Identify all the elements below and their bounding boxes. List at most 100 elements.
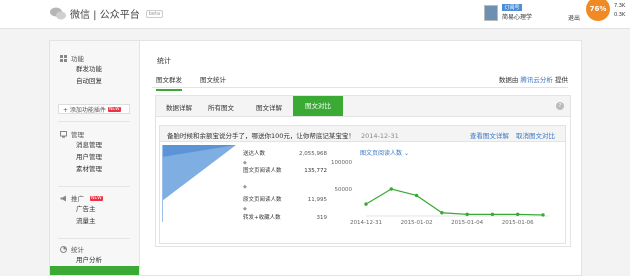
sidebar-divider: [58, 238, 130, 239]
download-speed: 0.3K: [614, 12, 626, 18]
user-menu[interactable]: 订阅号 简易心理学: [484, 4, 532, 21]
grid-icon: [60, 54, 67, 62]
data-point: [414, 193, 419, 198]
data-source-suffix: 提供: [555, 76, 568, 84]
add-plugin-label: + 添加功能插件: [63, 106, 106, 114]
funnel-label: 图文页阅读人数: [243, 168, 282, 174]
x-tick-label: 2015-01-02: [401, 220, 433, 226]
sidebar-divider: [58, 186, 130, 187]
wechat-logo-icon: [50, 7, 66, 20]
wechat-logo[interactable]: 微信 | 公众平台 beta: [50, 6, 164, 21]
data-point: [465, 212, 469, 217]
funnel-value: 135,772: [304, 168, 327, 174]
upload-speed: 7.3K: [614, 3, 626, 9]
speed-side-readout: 7.3K 0.3K: [614, 2, 625, 20]
funnel-row-shares: 转发+收藏人数 319: [243, 215, 327, 222]
data-source-note: 数据由 腾讯云分析 提供: [499, 74, 568, 84]
funnel-value: 319: [316, 215, 328, 221]
sidebar-section-stats: 统计 用户分析: [60, 244, 102, 266]
top-tabs: 图文群发 图文统计 数据由 腾讯云分析 提供: [152, 69, 568, 91]
tab-all-articles[interactable]: 所有图文: [208, 102, 234, 112]
sidebar-item-broadcast[interactable]: 群发功能: [60, 63, 102, 75]
funnel-label: 送达人数: [243, 151, 266, 157]
logout-link[interactable]: 退出: [568, 13, 580, 22]
data-source-link[interactable]: 腾讯云分析: [520, 76, 553, 84]
y-tick-label: 100000: [331, 160, 352, 166]
sidebar-divider: [58, 121, 130, 122]
article-header: 备胎时候和余额宝说分手了，哪送你100元，让你帮底记某宝宝！ 2014-12-3…: [160, 126, 565, 142]
article-title: 备胎时候和余额宝说分手了，哪送你100元，让你帮底记某宝宝！ 2014-12-3…: [167, 130, 399, 140]
tab-article-compare[interactable]: 图文对比: [293, 96, 343, 116]
page-title: 统计: [157, 57, 171, 65]
account-name[interactable]: 简易心理学: [502, 12, 532, 21]
new-badge: NEW: [107, 106, 121, 112]
sidebar-section-title: 管理: [60, 129, 102, 139]
sidebar-section-label: 功能: [71, 55, 84, 63]
funnel-edge: [162, 145, 163, 222]
top-bar: 微信 | 公众平台 beta 订阅号 简易心理学 退出 76% 7.3K 0.3…: [0, 0, 630, 29]
data-point: [364, 202, 368, 206]
stats-panel: 数据详解 所有图文 图文详解 图文对比 ? 备胎时候和余额宝说分手了，哪送你10…: [155, 95, 571, 247]
sub-tabs: 数据详解 所有图文 图文详解 图文对比 ?: [156, 96, 570, 117]
data-point: [541, 213, 545, 217]
page-container: 功能 群发功能 自动回复 + 添加功能插件 NEW 管理 消息管理 用户管理 素…: [49, 40, 582, 276]
sidebar-section-title: 推广 NEW: [60, 193, 103, 203]
data-point: [389, 187, 393, 191]
sidebar-section-title: 统计: [60, 244, 102, 254]
article-actions: 查看图文详解 取消图文对比: [465, 130, 555, 140]
brand-name: 微信 | 公众平台: [70, 10, 140, 21]
arrow-down-icon: ◆: [243, 184, 247, 190]
sidebar-item-user-analysis[interactable]: 用户分析: [60, 254, 102, 266]
funnel-graphic: [162, 145, 236, 222]
funnel-row-original-readers: 原文页阅读人数 11,995: [243, 197, 327, 204]
x-tick-label: 2015-01-06: [502, 220, 534, 226]
sidebar-section-features: 功能 群发功能 自动回复: [60, 53, 102, 87]
sidebar: 功能 群发功能 自动回复 + 添加功能插件 NEW 管理 消息管理 用户管理 素…: [50, 41, 140, 275]
line-chart: 100000 50000 2014-12-31 2015-01-02 2015-01-0…: [331, 160, 549, 226]
x-tick-label: 2014-12-31: [350, 220, 382, 226]
sidebar-item-users[interactable]: 用户管理: [60, 151, 102, 163]
pie-chart-icon: [60, 245, 67, 253]
sidebar-item-publisher[interactable]: 流量主: [60, 215, 103, 227]
y-tick-label: 50000: [335, 187, 353, 193]
sidebar-item-auto-reply[interactable]: 自动回复: [60, 75, 102, 87]
sidebar-item-messages[interactable]: 消息管理: [60, 139, 102, 151]
main-content: 统计 图文群发 图文统计 数据由 腾讯云分析 提供 数据详解 所有图文 图文详解…: [139, 41, 581, 275]
cancel-compare-link[interactable]: 取消图文对比: [516, 132, 555, 140]
tab-data-detail[interactable]: 数据详解: [166, 102, 192, 112]
data-point: [490, 212, 495, 217]
funnel-value: 2,055,968: [299, 151, 327, 157]
help-icon[interactable]: ?: [556, 102, 564, 110]
tab-broadcast[interactable]: 图文群发: [156, 74, 182, 91]
article-title-text: 备胎时候和余额宝说分手了，哪送你100元，让你帮底记某宝宝！: [167, 132, 355, 140]
avatar[interactable]: [484, 4, 498, 21]
speed-ball-widget[interactable]: 76%: [586, 0, 610, 21]
sidebar-section-label: 管理: [71, 131, 84, 139]
view-article-detail-link[interactable]: 查看图文详解: [470, 132, 509, 140]
funnel-row-delivered: 送达人数 2,055,968: [243, 151, 327, 158]
monitor-icon: [60, 130, 67, 138]
data-source-prefix: 数据由: [498, 76, 519, 84]
sidebar-item-materials[interactable]: 素材管理: [60, 163, 102, 175]
funnel-value: 11,995: [307, 197, 327, 203]
tab-article-detail[interactable]: 图文详解: [256, 102, 282, 112]
funnel-label: 转发+收藏人数: [243, 215, 281, 221]
add-plugin-button[interactable]: + 添加功能插件 NEW: [58, 104, 130, 114]
new-badge: NEW: [90, 195, 103, 201]
megaphone-icon: [60, 195, 66, 201]
arrow-down-icon: ◆: [243, 206, 247, 212]
sidebar-item-advertiser[interactable]: 广告主: [60, 203, 103, 215]
sidebar-section-label: 推广: [71, 195, 84, 203]
sidebar-section-management: 管理 消息管理 用户管理 素材管理: [60, 129, 102, 175]
sidebar-section-promotion: 推广 NEW 广告主 流量主: [60, 193, 103, 227]
article-card: 备胎时候和余额宝说分手了，哪送你100元，让你帮底记某宝宝！ 2014-12-3…: [159, 125, 566, 244]
data-point: [440, 211, 444, 215]
sidebar-section-label: 统计: [71, 246, 84, 254]
article-date: 2014-12-31: [361, 132, 399, 140]
x-tick-label: 2015-01-04: [451, 220, 483, 226]
arrow-down-icon: ◆: [243, 160, 247, 166]
brand-badge: beta: [145, 9, 164, 18]
funnel-label: 原文页阅读人数: [243, 197, 282, 203]
funnel-row-page-readers-value: 135,772: [299, 168, 327, 175]
tab-article-stats[interactable]: 图文统计: [200, 74, 226, 84]
